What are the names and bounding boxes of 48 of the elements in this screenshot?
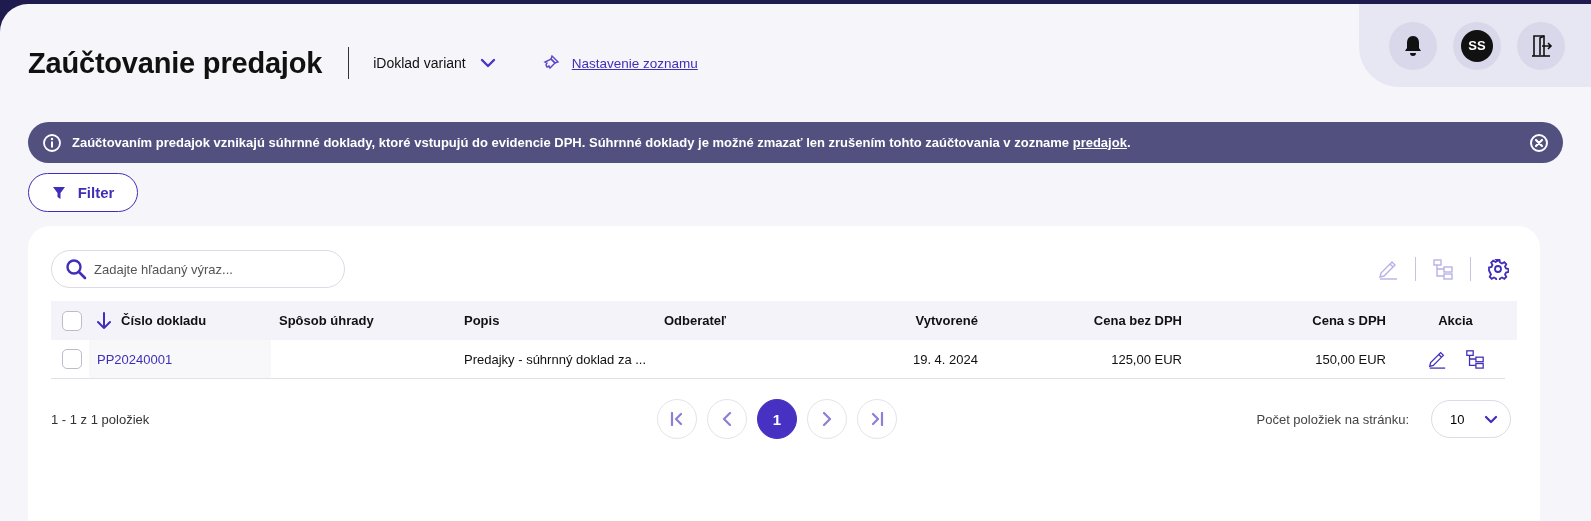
last-page-button[interactable] (857, 399, 897, 439)
table-cell: Predajky - súhrnný doklad za ... (464, 351, 647, 367)
variant-dropdown[interactable]: iDoklad variant (373, 55, 496, 71)
receipts-link[interactable]: predajok (1072, 135, 1127, 150)
sort-arrow-icon[interactable] (97, 311, 111, 330)
column-header[interactable]: Číslo dokladu (121, 313, 207, 328)
last-page-icon (870, 412, 884, 426)
table-cell: 150,00 EUR (1315, 351, 1386, 367)
document-number-link[interactable]: PP20240001 (97, 351, 173, 367)
items-per-page-dropdown[interactable]: 10 (1431, 400, 1511, 438)
items-per-page-label: Počet položiek na stránku: (1256, 411, 1409, 427)
caret-icon (479, 58, 496, 68)
funnel-icon (51, 185, 66, 200)
previous-page-button[interactable] (707, 399, 747, 439)
column-header[interactable]: Cena bez DPH (1093, 313, 1182, 328)
row-checkbox[interactable] (62, 349, 82, 369)
table-cell: 125,00 EUR (1111, 351, 1182, 367)
first-page-button[interactable] (657, 399, 697, 439)
page-title: Zaúčtovanie predajok (28, 46, 323, 80)
first-page-icon (670, 412, 684, 426)
chevron-left-icon (720, 412, 734, 426)
column-header[interactable]: Spôsob úhrady (279, 313, 374, 328)
hierarchy-button[interactable] (1464, 349, 1485, 369)
select-all-checkbox[interactable] (62, 310, 82, 331)
close-button[interactable] (1529, 132, 1549, 153)
settings-button[interactable] (1487, 258, 1509, 280)
info-icon (42, 132, 62, 153)
list-settings-link[interactable]: Nastavenie zoznamu (571, 55, 698, 71)
bell-icon (1402, 33, 1424, 58)
column-header[interactable]: Popis (464, 313, 500, 328)
filter-button[interactable]: Filter (28, 173, 138, 212)
item-count: 1 - 1 z 1 položiek (51, 411, 151, 427)
chevron-right-icon (820, 412, 834, 426)
column-header[interactable]: Odberateľ (664, 313, 727, 328)
next-page-button[interactable] (807, 399, 847, 439)
search-field[interactable]: Zadajte hľadaný výraz... (51, 250, 345, 288)
column-header[interactable]: Cena s DPH (1312, 313, 1386, 328)
brush-icon (541, 54, 560, 72)
edit-button[interactable] (1426, 349, 1447, 369)
user-avatar-button[interactable]: SS (1453, 21, 1501, 70)
table-cell: 19. 4. 2024 (912, 351, 978, 367)
info-message: Zaúčtovaním predajok vznikajú súhrnné doklady, ktoré vstupujú do evidencie DPH. Súhrnné doklady je možné zmazať len zrušením tohto zaúčtovania v zozname predajok. (72, 135, 1132, 150)
logout-button[interactable] (1517, 21, 1565, 70)
notifications-button[interactable] (1389, 21, 1437, 70)
page-button[interactable]: 1 (757, 399, 797, 439)
caret-icon (1484, 414, 1498, 424)
column-header[interactable]: Akcia (1438, 313, 1473, 328)
column-header[interactable]: Vytvorené (915, 313, 978, 328)
